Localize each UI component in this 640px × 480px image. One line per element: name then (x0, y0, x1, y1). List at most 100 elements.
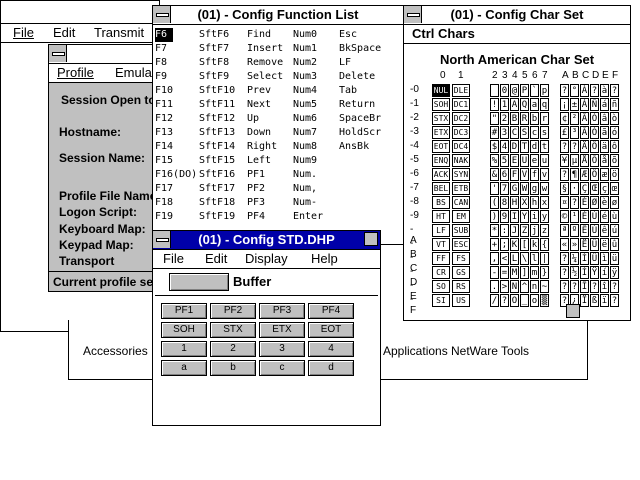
char-cell[interactable]: Ä (580, 140, 589, 153)
function-list-cell[interactable]: Num0 (293, 28, 317, 42)
function-list-cell[interactable]: SftF16 (199, 168, 235, 182)
char-cell[interactable]: 2 (500, 112, 509, 125)
function-list-cell[interactable]: PF1 (247, 168, 265, 182)
char-cell[interactable]: í (600, 266, 609, 279)
function-list-row[interactable]: F13 SftF13 Down Num7 HoldScr (155, 126, 400, 140)
char-cell[interactable]: } (540, 266, 549, 279)
menu-help[interactable]: Help (311, 250, 338, 268)
char-cell[interactable]: DLE (452, 84, 470, 97)
char-cell[interactable]: ï (600, 294, 609, 307)
char-cell[interactable]: ½ (570, 266, 579, 279)
function-list-cell[interactable]: SftF8 (199, 56, 229, 70)
char-cell[interactable]: » (570, 238, 579, 251)
char-cell[interactable]: Ó (590, 126, 599, 139)
char-cell[interactable]: T (520, 140, 529, 153)
char-cell[interactable]: Ø (590, 196, 599, 209)
char-cell[interactable]: ª (560, 224, 569, 237)
char-cell[interactable]: r (540, 112, 549, 125)
char-cell[interactable]: ô (610, 140, 619, 153)
function-list-cell[interactable]: SftF19 (199, 210, 235, 224)
char-cell[interactable]: Â (580, 112, 589, 125)
function-list-cell[interactable]: Tab (339, 84, 357, 98)
char-cell[interactable]: ü (610, 252, 619, 265)
char-cell[interactable]: ¹ (570, 210, 579, 223)
char-cell[interactable]: R (520, 112, 529, 125)
function-list-cell[interactable]: F11 (155, 98, 173, 112)
char-cell[interactable]: = (500, 266, 509, 279)
char-cell[interactable]: º (570, 224, 579, 237)
menu-ctrl-chars[interactable]: Ctrl Chars (412, 25, 475, 43)
function-list-cell[interactable]: Down (247, 126, 271, 140)
char-cell[interactable]: ø (610, 196, 619, 209)
char-cell[interactable]: ? (590, 84, 599, 97)
char-cell[interactable]: v (540, 168, 549, 181)
char-cell[interactable]: US (452, 294, 470, 307)
char-cell[interactable]: ÿ (610, 266, 619, 279)
function-list-cell[interactable]: LF (339, 56, 351, 70)
char-cell[interactable]: W (520, 182, 529, 195)
char-cell[interactable]: y (540, 210, 549, 223)
keypad-key[interactable]: EOT (308, 322, 354, 338)
function-list-cell[interactable]: Num4 (293, 84, 317, 98)
char-cell[interactable]: Ü (590, 252, 599, 265)
function-list-row[interactable]: F15 SftF15 Left Num9 (155, 154, 400, 168)
char-cell[interactable]: ETX (432, 126, 450, 139)
char-cell[interactable]: DC4 (452, 140, 470, 153)
function-list-cell[interactable]: SftF14 (199, 140, 235, 154)
char-cell[interactable]: j (530, 224, 539, 237)
function-list-cell[interactable]: Enter (293, 210, 323, 224)
char-cell[interactable]: ? (560, 168, 569, 181)
char-cell[interactable]: ? (570, 196, 579, 209)
char-cell[interactable]: Ï (580, 294, 589, 307)
keypad-key[interactable]: PF2 (210, 303, 256, 319)
function-list-cell[interactable]: Num3 (293, 70, 317, 84)
char-cell[interactable]: ó (610, 126, 619, 139)
function-list-cell[interactable]: SftF13 (199, 126, 235, 140)
function-list-cell[interactable]: AnsBk (339, 140, 369, 154)
char-cell[interactable]: ì (600, 252, 609, 265)
function-list-cell[interactable]: SftF15 (199, 154, 235, 168)
session-title-bar[interactable] (49, 45, 159, 64)
char-cell[interactable]: ú (610, 224, 619, 237)
char-cell[interactable]: ? (610, 294, 619, 307)
group-applications[interactable]: Applications (383, 344, 448, 358)
char-cell[interactable]: , (490, 252, 499, 265)
char-cell[interactable]: ? (560, 252, 569, 265)
char-cell[interactable]: 5 (500, 154, 509, 167)
char-cell[interactable]: § (560, 182, 569, 195)
char-cell[interactable]: « (560, 238, 569, 251)
char-cell[interactable]: ã (600, 126, 609, 139)
function-list-cell[interactable]: SftF9 (199, 70, 229, 84)
char-cell[interactable]: Ò (590, 112, 599, 125)
char-cell[interactable]: w (540, 182, 549, 195)
function-list-cell[interactable]: Num7 (293, 126, 317, 140)
keypad-title-bar[interactable]: (01) - Config STD.DHP (153, 231, 380, 250)
char-cell[interactable]: ? (610, 84, 619, 97)
char-cell[interactable]: a (530, 98, 539, 111)
char-cell[interactable]: B (510, 112, 519, 125)
keypad-key[interactable]: ETX (259, 322, 305, 338)
char-cell[interactable]: RS (452, 280, 470, 293)
keypad-key[interactable]: 2 (210, 341, 256, 357)
char-cell[interactable]: ¼ (570, 252, 579, 265)
char-cell[interactable]: p (540, 84, 549, 97)
menu-edit[interactable]: Edit (205, 250, 227, 268)
char-cell[interactable]: SYN (452, 168, 470, 181)
char-cell[interactable]: Ù (590, 210, 599, 223)
char-cell[interactable]: Ã (580, 126, 589, 139)
keypad-key[interactable]: c (259, 360, 305, 376)
keypad-key[interactable]: SOH (161, 322, 207, 338)
function-list-row[interactable]: F10 SftF10 Prev Num4 Tab (155, 84, 400, 98)
char-cell[interactable]: l (530, 252, 539, 265)
function-list-row[interactable]: F14 SftF14 Right Num8 AnsBk (155, 140, 400, 154)
char-cell[interactable]: 1 (500, 98, 509, 111)
char-cell[interactable]: k (530, 238, 539, 251)
char-set-title-bar[interactable]: (01) - Config Char Set (404, 6, 630, 25)
system-menu-icon[interactable] (153, 231, 171, 248)
system-menu-icon[interactable] (49, 45, 67, 62)
char-cell[interactable]: ? (590, 280, 599, 293)
char-cell[interactable]: ^ (520, 280, 529, 293)
char-cell[interactable]: á (600, 98, 609, 111)
char-cell[interactable]: b (530, 112, 539, 125)
char-cell[interactable]: SO (432, 280, 450, 293)
